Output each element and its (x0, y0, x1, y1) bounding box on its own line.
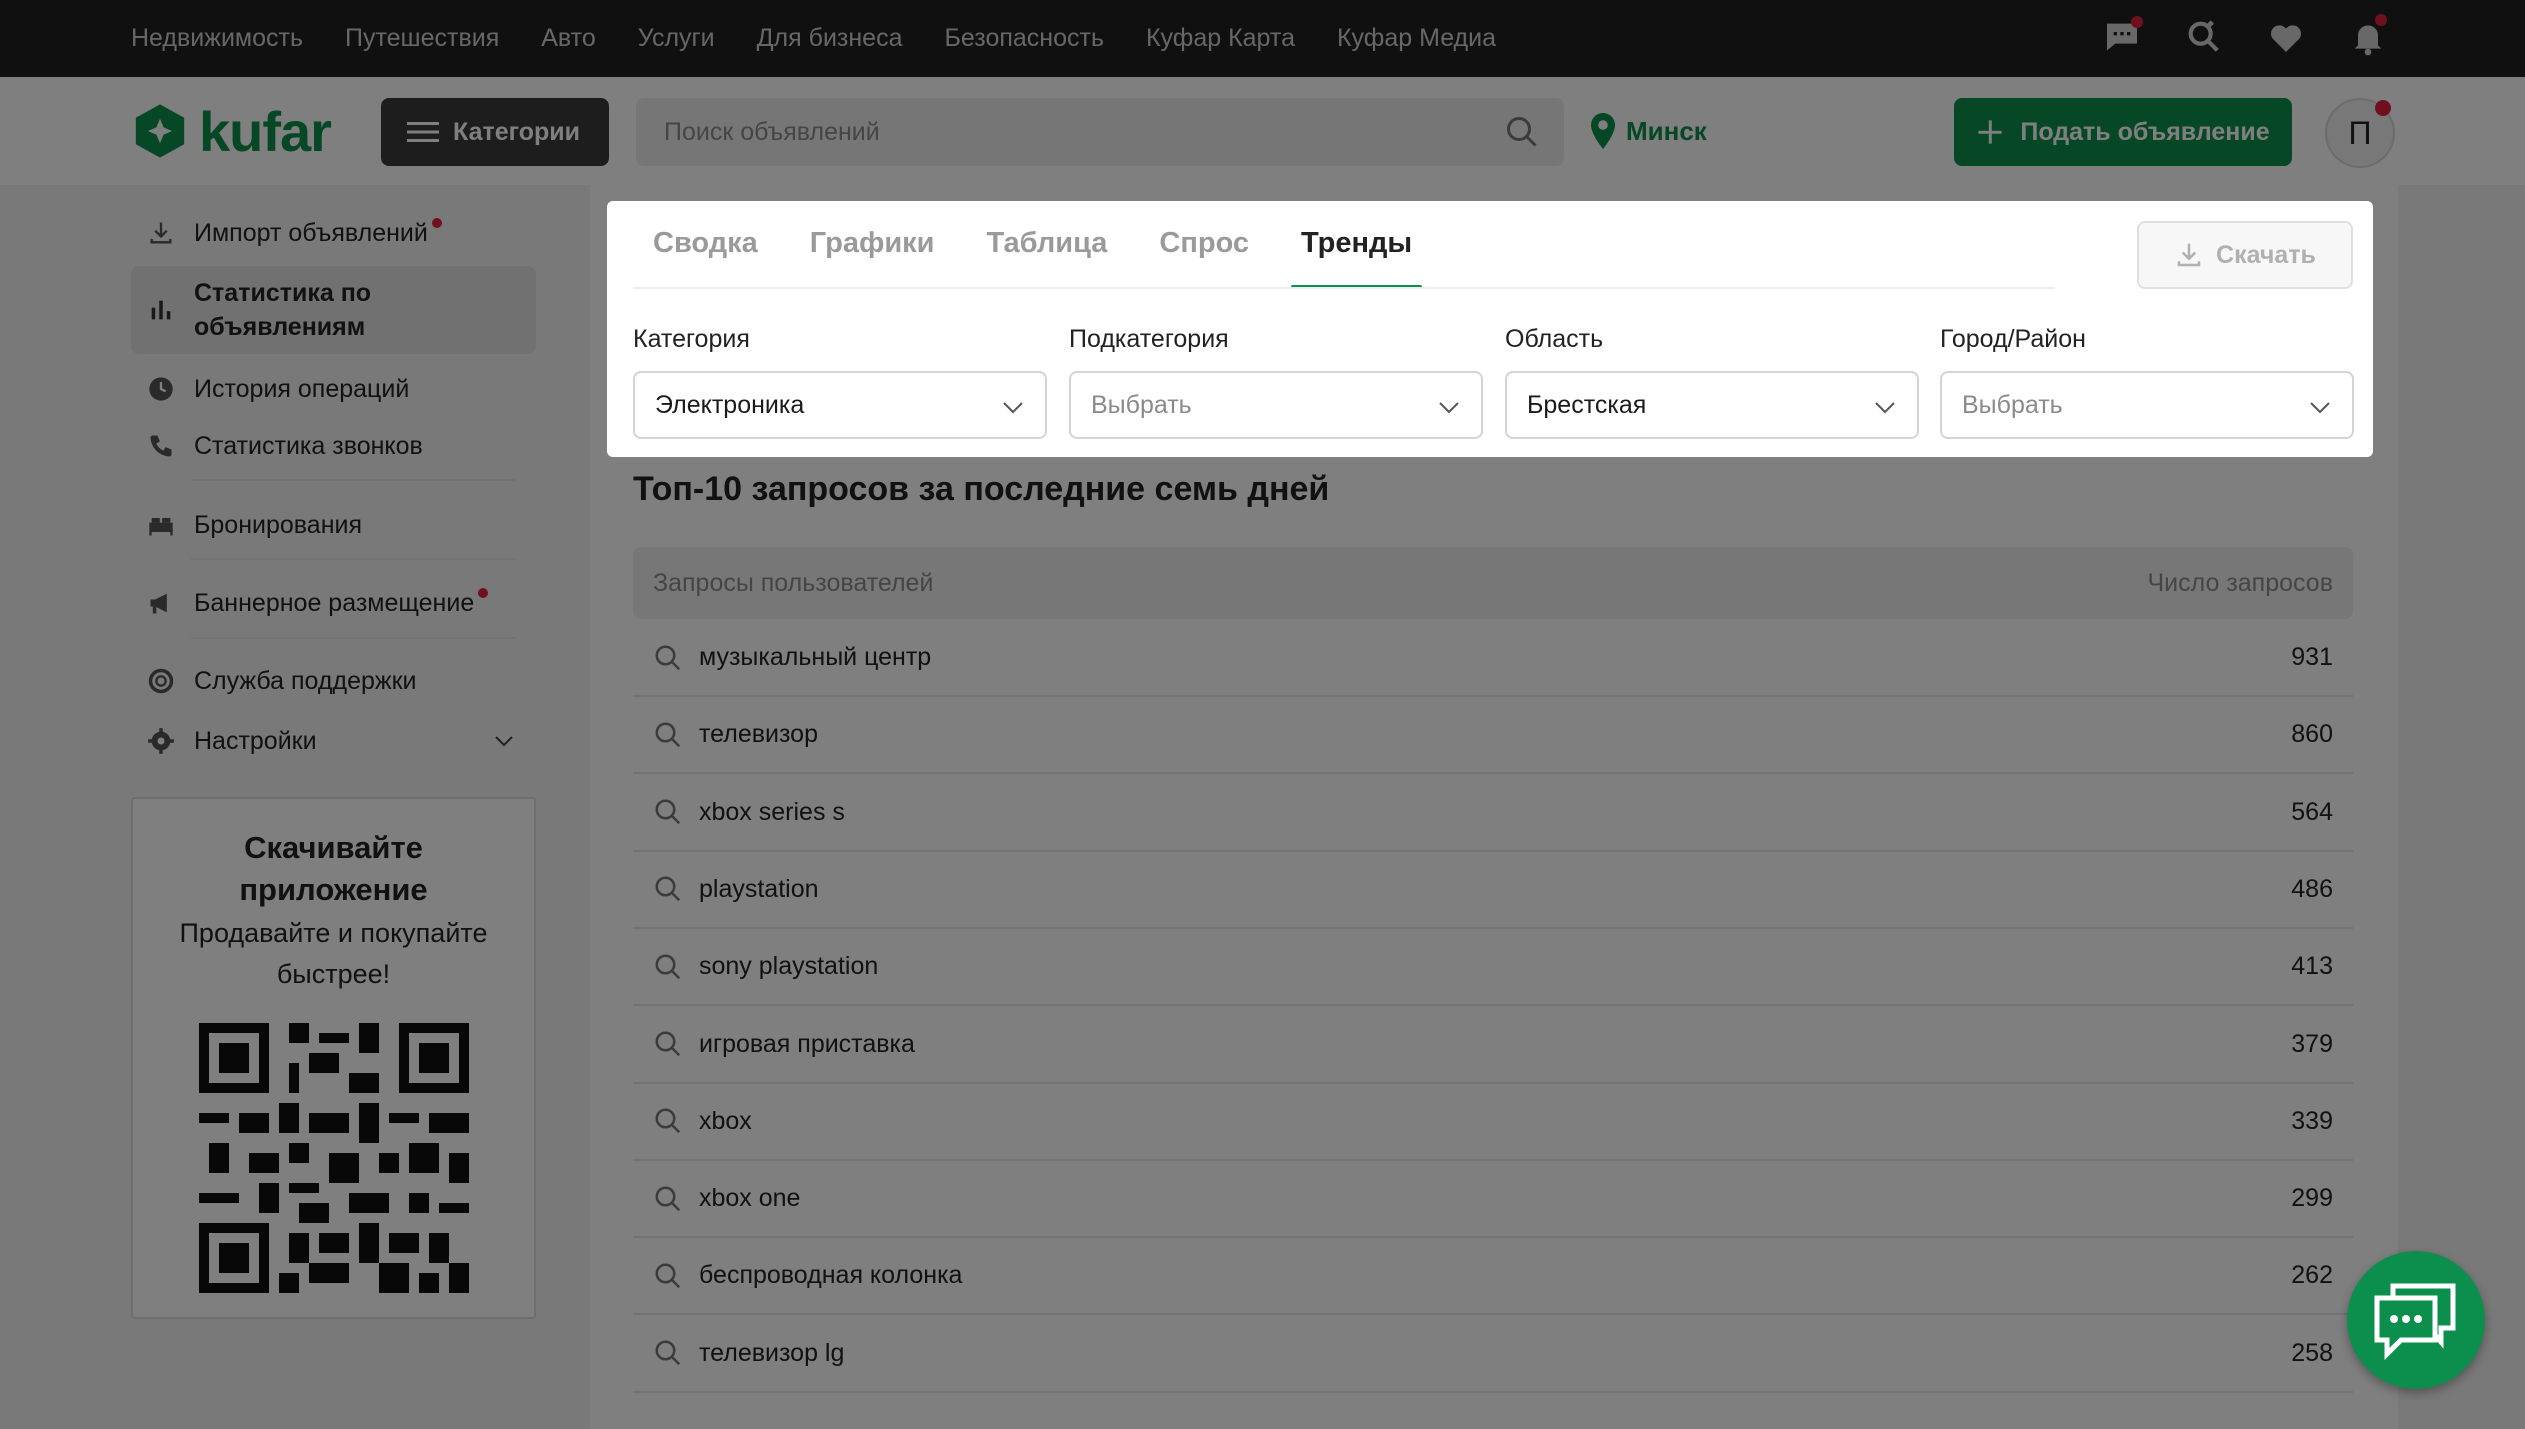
subcategory-select[interactable]: Выбрать (1069, 371, 1483, 439)
download-button[interactable]: Скачать (2137, 221, 2353, 289)
tab-trends[interactable]: Тренды (1291, 227, 1423, 289)
filter-category: Категория Электроника (633, 325, 1047, 439)
chevron-down-icon (1003, 402, 1023, 414)
select-value: Брестская (1527, 390, 1647, 419)
tabs-divider (633, 287, 2055, 289)
city-district-select[interactable]: Выбрать (1940, 371, 2354, 439)
filter-label: Категория (633, 325, 750, 353)
tab-table[interactable]: Таблица (977, 227, 1118, 289)
tab-summary[interactable]: Сводка (643, 227, 768, 289)
select-value: Электроника (655, 390, 805, 419)
chevron-down-icon (2310, 402, 2330, 414)
filter-label: Область (1505, 325, 1604, 353)
select-value: Выбрать (1962, 390, 2063, 419)
filter-subcategory: Подкатегория Выбрать (1069, 325, 1483, 439)
region-select[interactable]: Брестская (1505, 371, 1919, 439)
support-chat-button[interactable] (2347, 1251, 2485, 1389)
tab-demand[interactable]: Спрос (1149, 227, 1259, 289)
chevron-down-icon (1439, 402, 1459, 414)
select-value: Выбрать (1091, 390, 1192, 419)
tab-charts[interactable]: Графики (800, 227, 945, 289)
filter-label: Город/Район (1940, 325, 2086, 353)
category-select[interactable]: Электроника (633, 371, 1047, 439)
filter-city: Город/Район Выбрать (1940, 325, 2354, 439)
download-icon (2177, 243, 2201, 267)
chat-bubbles-icon (2374, 1283, 2456, 1360)
chevron-down-icon (1875, 402, 1895, 414)
statistics-tabs-panel: Сводка Графики Таблица Спрос Тренды Скач… (607, 201, 2373, 457)
filter-label: Подкатегория (1069, 325, 1229, 353)
download-label: Скачать (2216, 240, 2316, 269)
statistics-tabs: Сводка Графики Таблица Спрос Тренды (643, 227, 1423, 289)
filter-region: Область Брестская (1505, 325, 1919, 439)
